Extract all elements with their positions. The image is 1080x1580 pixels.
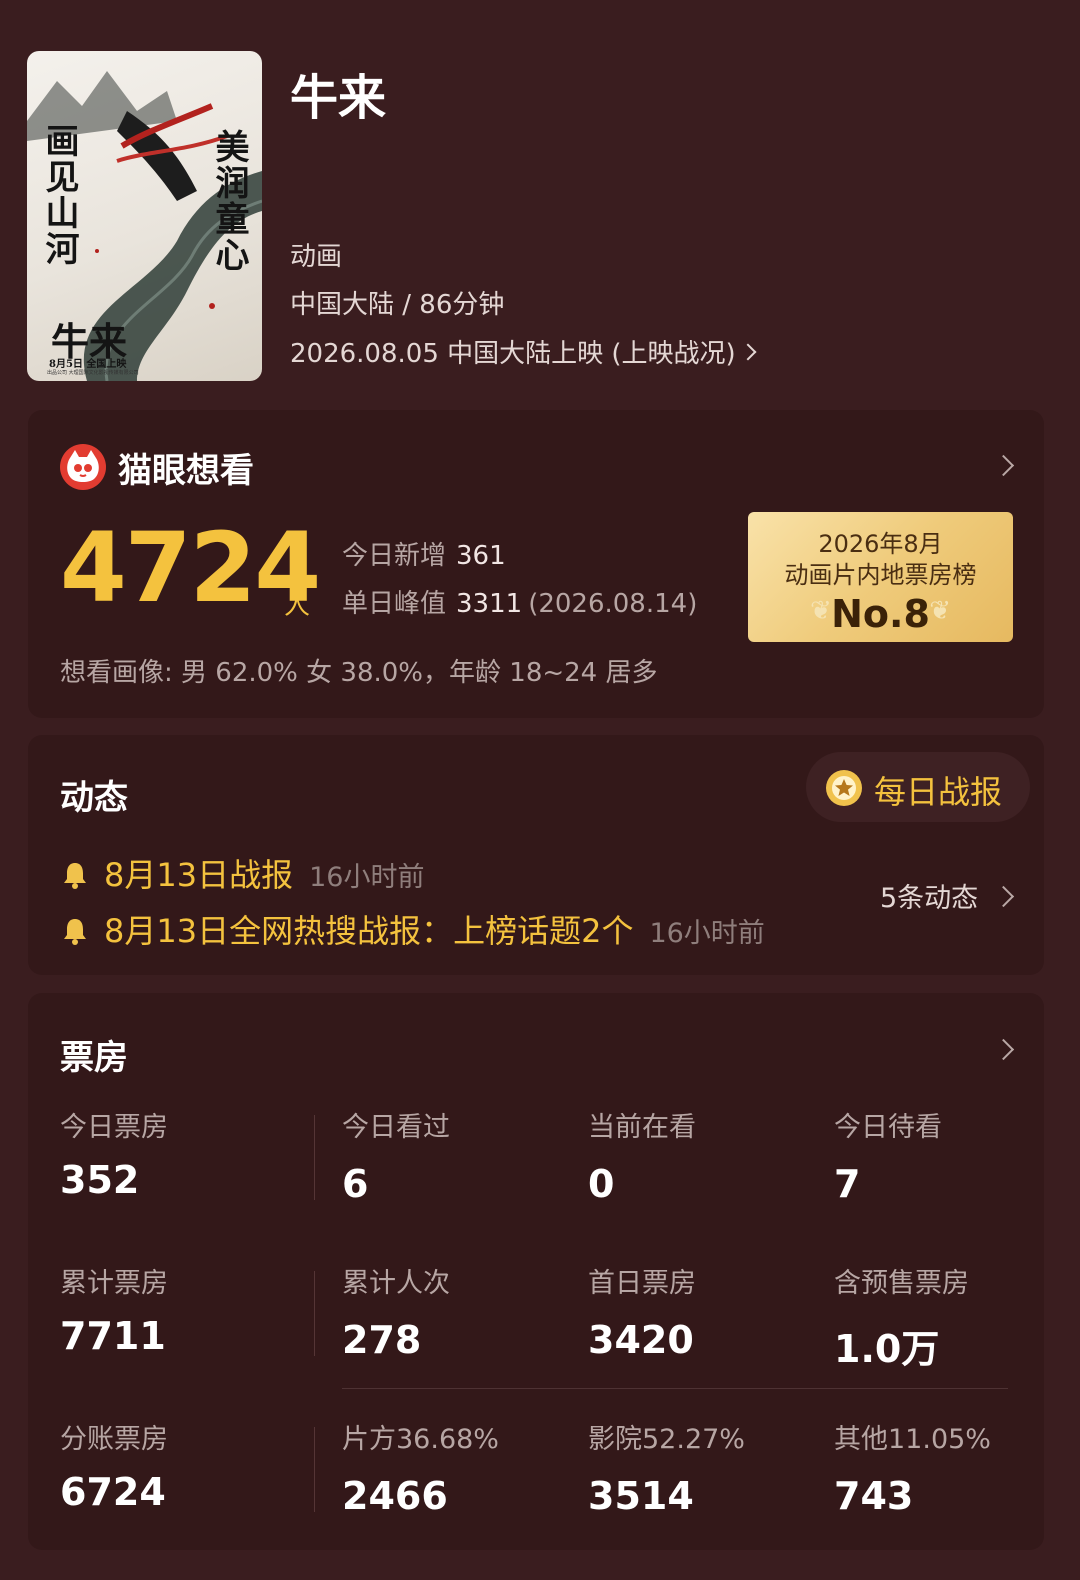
- maoyan-cat-icon: [60, 444, 106, 490]
- other-share-label: 其他11.05%: [834, 1424, 991, 1455]
- daily-peak-value: 3311: [456, 589, 523, 619]
- news-item-time: 16小时前: [649, 918, 765, 949]
- total-box-office-value: 7711: [60, 1314, 166, 1358]
- watching-now-label: 当前在看: [588, 1112, 696, 1143]
- release-info-link[interactable]: 2026.08.05 中国大陆上映 (上映战况): [290, 333, 757, 370]
- first-day-box-office-label: 首日票房: [588, 1268, 696, 1299]
- other-share-value: 743: [834, 1474, 914, 1518]
- total-admissions-value: 278: [342, 1318, 422, 1362]
- watched-today-label: 今日看过: [342, 1112, 450, 1143]
- producer-share-value: 2466: [342, 1474, 448, 1518]
- audience-profile: 想看画像: 男 62.0% 女 38.0%，年龄 18~24 居多: [60, 658, 658, 688]
- today-new-value: 361: [456, 541, 506, 571]
- news-item-text: 8月13日全网热搜战报：上榜话题2个: [104, 912, 634, 950]
- total-box-office-label: 累计票房: [60, 1268, 168, 1299]
- split-box-office-value: 6724: [60, 1470, 166, 1514]
- today-new-label: 今日新增: [342, 541, 447, 571]
- movie-region-duration: 中国大陆 / 86分钟: [290, 290, 505, 320]
- cinema-share-label: 影院52.27%: [588, 1424, 745, 1455]
- more-news-link[interactable]: 5条动态: [880, 876, 978, 915]
- news-item[interactable]: 8月13日全网热搜战报：上榜话题2个 16小时前: [60, 906, 765, 952]
- ranking-badge-category: 动画片内地票房榜: [784, 561, 977, 589]
- first-day-box-office-value: 3420: [588, 1318, 694, 1362]
- poster-vertical-text-left: 画见山河: [39, 123, 79, 267]
- split-box-office-label: 分账票房: [60, 1424, 168, 1455]
- to-watch-today-label: 今日待看: [834, 1112, 942, 1143]
- news-item[interactable]: 8月13日战报 16小时前: [60, 850, 424, 896]
- ranking-badge-rank: No.8: [831, 592, 930, 636]
- to-watch-today-value: 7: [834, 1162, 861, 1206]
- today-new-row: 今日新增 361: [342, 535, 506, 572]
- daily-report-label: 每日战报: [874, 773, 1003, 811]
- want-to-see-count: 4724: [60, 512, 321, 624]
- column-divider: [314, 1427, 315, 1512]
- chevron-right-icon: [739, 343, 757, 361]
- bell-icon: [64, 919, 86, 945]
- daily-peak-date: (2026.08.14): [528, 589, 698, 619]
- movie-genre: 动画: [290, 242, 343, 272]
- box-office-heading: 票房: [60, 1038, 128, 1078]
- producer-share-label: 片方36.68%: [342, 1424, 499, 1455]
- column-divider: [314, 1271, 315, 1356]
- news-item-text: 8月13日战报: [104, 856, 294, 894]
- ranking-badge[interactable]: 2026年8月 动画片内地票房榜 ❦ No.8 ❦: [748, 512, 1013, 642]
- poster-vertical-text-right: 美润童心: [209, 129, 249, 273]
- daily-peak-label: 单日峰值: [342, 589, 447, 619]
- watched-today-value: 6: [342, 1162, 369, 1206]
- watching-now-value: 0: [588, 1162, 615, 1206]
- release-info-text: 2026.08.05 中国大陆上映 (上映战况): [290, 339, 736, 369]
- row-divider: [342, 1388, 1008, 1389]
- today-box-office-value: 352: [60, 1158, 140, 1202]
- poster-release-date: 8月5日 全国上映: [49, 359, 127, 370]
- news-heading: 动态: [60, 778, 128, 818]
- total-admissions-label: 累计人次: [342, 1268, 450, 1299]
- poster-fine-print: 出品公司 大理国际文化影视传媒有限公司: [47, 370, 139, 376]
- want-to-see-unit: 人: [284, 591, 311, 621]
- bell-icon: [64, 863, 86, 889]
- column-divider: [314, 1115, 315, 1200]
- medal-star-icon: [826, 770, 862, 806]
- news-item-time: 16小时前: [309, 862, 425, 893]
- cinema-share-value: 3514: [588, 1474, 694, 1518]
- presale-box-office-label: 含预售票房: [834, 1268, 969, 1299]
- presale-box-office-value: 1.0万: [834, 1327, 940, 1371]
- ranking-badge-period: 2026年8月: [818, 530, 943, 558]
- more-news-label: 5条动态: [880, 883, 979, 914]
- today-box-office-label: 今日票房: [60, 1112, 168, 1143]
- laurel-right-icon: ❦: [929, 596, 951, 626]
- daily-peak-row: 单日峰值 3311 (2026.08.14): [342, 583, 697, 620]
- movie-title: 牛来: [290, 70, 387, 126]
- want-to-see-heading: 猫眼想看: [118, 451, 254, 491]
- movie-poster[interactable]: 画见山河 美润童心 牛来 8月5日 全国上映 出品公司 大理国际文化影视传媒有限…: [27, 51, 262, 381]
